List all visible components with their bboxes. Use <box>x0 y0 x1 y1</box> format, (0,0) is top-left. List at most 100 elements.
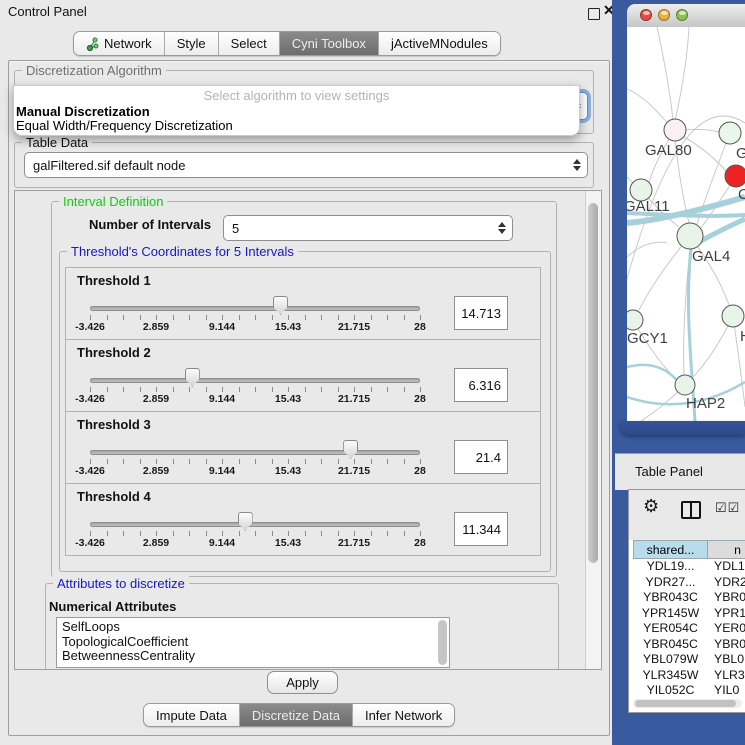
tick-mark <box>354 531 355 536</box>
table-row[interactable]: YDR27...YDR2 <box>633 575 745 591</box>
tab-style[interactable]: Style <box>164 32 218 55</box>
cell-shared-name: YLR345W <box>633 668 708 684</box>
network-window-titlebar[interactable] <box>627 4 745 28</box>
network-canvas[interactable]: GAL80GCGAL11GAL4GCY1HHAP2 <box>627 27 745 421</box>
algorithm-option-manual-discretization[interactable]: Manual Discretization <box>16 104 150 119</box>
slider-track[interactable] <box>90 306 420 311</box>
threshold-4-panel: Threshold 4-3.4262.8599.14415.4321.71528… <box>65 483 541 556</box>
cell-shared-name: YER054C <box>633 621 708 637</box>
horizontal-scrollbar[interactable] <box>633 699 742 708</box>
gear-icon[interactable]: ⚙ <box>643 496 659 517</box>
bottom-tab-bar: Impute Data Discretize Data Infer Network <box>143 703 455 727</box>
network-node-g[interactable] <box>719 122 741 144</box>
number-of-intervals-combo[interactable]: 5 <box>223 215 513 241</box>
network-node-gal4[interactable] <box>677 223 703 249</box>
tick-mark <box>239 315 240 320</box>
tick-mark <box>354 459 355 464</box>
tick-mark <box>90 459 91 464</box>
bottom-tab-infer-network[interactable]: Infer Network <box>352 704 454 726</box>
horizontal-scrollbar-thumb[interactable] <box>635 700 736 707</box>
network-node-c[interactable] <box>725 165 745 187</box>
table-row[interactable]: YLR345WYLR3 <box>633 668 745 684</box>
table-row[interactable]: YER054CYER0 <box>633 621 745 637</box>
numerical-attributes-list[interactable]: SelfLoopsTopologicalCoefficientBetweenne… <box>56 617 450 668</box>
attribute-item[interactable]: SelfLoops <box>57 618 449 635</box>
tick-mark <box>305 315 306 320</box>
bottom-tab-impute-data[interactable]: Impute Data <box>144 704 239 726</box>
attribute-item[interactable]: BetweennessCentrality <box>57 649 449 664</box>
tick-mark <box>371 459 372 464</box>
float-window-icon[interactable] <box>588 8 600 20</box>
column-header-shared-[interactable]: shared... <box>633 540 708 559</box>
checkbox-icons[interactable]: ☑☑ <box>715 500 740 516</box>
tab-label: Infer Network <box>365 708 442 723</box>
scrollbar-thumb[interactable] <box>588 203 598 563</box>
tick-mark <box>189 387 190 392</box>
tick-mark <box>123 459 124 464</box>
columns-icon[interactable] <box>681 501 701 519</box>
threshold-3-slider-thumb[interactable] <box>343 440 358 459</box>
table-row[interactable]: YBL079WYBL0 <box>633 652 745 668</box>
tab-network[interactable]: Network <box>74 32 164 55</box>
cell-shared-name: YBL079W <box>633 652 708 668</box>
tick-mark <box>387 387 388 392</box>
threshold-3-value-field[interactable]: 21.4 <box>454 440 508 474</box>
tab-label: Impute Data <box>156 708 227 723</box>
tick-mark <box>239 531 240 536</box>
tick-label: 2.859 <box>143 393 169 405</box>
cell-shared-name: YPR145W <box>633 606 708 622</box>
tab-jactivemnodules[interactable]: jActiveMNodules <box>378 32 500 55</box>
numerical-attributes-label: Numerical Attributes <box>49 599 176 614</box>
network-edge <box>675 27 689 121</box>
tick-mark <box>404 459 405 464</box>
tick-label: 21.715 <box>338 321 370 333</box>
close-traffic-light[interactable] <box>640 9 652 21</box>
tick-label: -3.426 <box>75 465 105 477</box>
tick-mark <box>140 459 141 464</box>
minimize-traffic-light[interactable] <box>658 9 670 21</box>
algorithm-option-equal-width-frequency-discretization[interactable]: Equal Width/Frequency Discretization <box>16 118 233 133</box>
tick-mark <box>371 315 372 320</box>
threshold-2-slider-thumb[interactable] <box>185 368 200 387</box>
apply-button[interactable]: Apply <box>267 671 338 694</box>
tick-mark <box>140 387 141 392</box>
zoom-traffic-light[interactable] <box>676 9 688 21</box>
threshold-1-slider-thumb[interactable] <box>273 296 288 315</box>
table-data-combo[interactable]: galFiltered.sif default node <box>24 152 588 178</box>
tick-mark <box>140 315 141 320</box>
attribute-item[interactable]: TopologicalCoefficient <box>57 635 449 650</box>
tick-mark <box>354 387 355 392</box>
threshold-1-value-field[interactable]: 14.713 <box>454 296 508 330</box>
list-scrollbar-thumb[interactable] <box>438 620 447 665</box>
threshold-2-label: Threshold 2 <box>77 345 151 360</box>
tick-mark <box>404 315 405 320</box>
table-row[interactable]: YIL052CYIL0 <box>633 683 745 699</box>
threshold-4-value-field[interactable]: 11.344 <box>454 512 508 546</box>
table-row[interactable]: YPR145WYPR1 <box>633 606 745 622</box>
threshold-2-value-field[interactable]: 6.316 <box>454 368 508 402</box>
network-node-gcy1[interactable] <box>627 310 643 330</box>
threshold-3-label: Threshold 3 <box>77 417 151 432</box>
tick-label: 9.144 <box>209 465 235 477</box>
tab-cyni-toolbox[interactable]: Cyni Toolbox <box>279 32 378 55</box>
slider-track[interactable] <box>90 522 420 527</box>
vertical-scrollbar[interactable] <box>585 191 601 669</box>
network-node-hap2[interactable] <box>675 375 695 395</box>
column-header-n[interactable]: n <box>708 540 745 559</box>
tab-select[interactable]: Select <box>218 32 279 55</box>
slider-track[interactable] <box>90 378 420 383</box>
table-row[interactable]: YBR045CYBR0 <box>633 637 745 653</box>
threshold-4-slider-thumb[interactable] <box>238 512 253 531</box>
tick-label: 21.715 <box>338 537 370 549</box>
screen: Control Panel ✕ NetworkStyleSelectCyni T… <box>0 0 745 745</box>
table-row[interactable]: YDL19...YDL1 <box>633 559 745 575</box>
bottom-tab-discretize-data[interactable]: Discretize Data <box>239 704 352 726</box>
network-node-gal80[interactable] <box>664 119 686 141</box>
table-row[interactable]: YBR043CYBR0 <box>633 590 745 606</box>
tick-mark <box>272 459 273 464</box>
network-node-h[interactable] <box>722 305 744 327</box>
tick-mark <box>321 315 322 320</box>
slider-track[interactable] <box>90 450 420 455</box>
tick-mark <box>173 387 174 392</box>
tick-mark <box>173 459 174 464</box>
